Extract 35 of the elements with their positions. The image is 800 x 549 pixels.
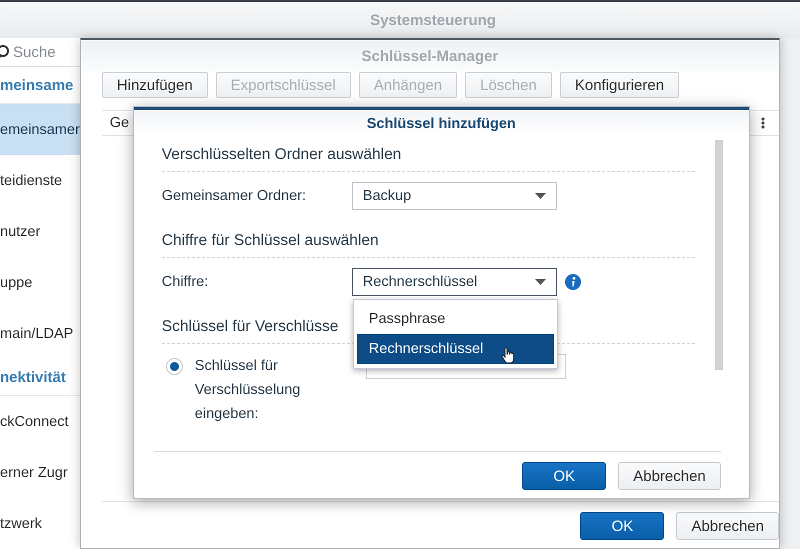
cancel-button[interactable]: Abbrechen: [676, 512, 779, 540]
scrollbar[interactable]: [714, 140, 723, 370]
info-icon[interactable]: [564, 274, 581, 290]
section-heading: Chiffre für Schlüssel auswählen: [162, 226, 695, 258]
search-icon: [0, 45, 9, 59]
sidebar-item[interactable]: teidienste: [0, 155, 80, 206]
window-title: Schlüssel-Manager: [362, 48, 498, 64]
ok-button[interactable]: OK: [522, 462, 606, 490]
field-label: Gemeinsamer Ordner:: [162, 188, 308, 204]
field-label: Chiffre:: [162, 274, 210, 290]
window-title: Systemsteuerung: [370, 12, 496, 28]
ok-button[interactable]: OK: [580, 512, 664, 540]
dialog-title: Schlüssel hinzufügen: [366, 116, 516, 132]
sidebar-item[interactable]: tzwerk: [0, 498, 80, 549]
sidebar-item[interactable]: main/LDAP: [0, 308, 80, 359]
column-header[interactable]: Ge: [110, 115, 130, 131]
sidebar-item[interactable]: erner Zugr: [0, 447, 80, 498]
sidebar-item[interactable]: ckConnect: [0, 396, 80, 447]
dropdown-option[interactable]: Rechnerschlüssel: [356, 334, 554, 364]
caret-icon: [534, 193, 546, 199]
radio-label: Schlüssel für Verschlüsselung eingeben:: [194, 357, 302, 424]
sidebar-item[interactable]: nutzer: [0, 206, 80, 257]
hand-cursor-icon: [500, 347, 515, 364]
column-menu-icon[interactable]: [761, 117, 765, 129]
dropdown-field[interactable]: Backup: [352, 182, 557, 210]
sidebar-item[interactable]: uppe: [0, 257, 80, 308]
toolbar-button[interactable]: Hinzufügen: [102, 72, 208, 98]
toolbar-button[interactable]: Konfigurieren: [560, 72, 680, 98]
radio-button[interactable]: [166, 358, 183, 375]
search-field[interactable]: Suche: [13, 44, 63, 60]
dropdown-option[interactable]: Passphrase: [356, 304, 554, 334]
sidebar-item[interactable]: emeinsamer: [0, 104, 80, 155]
cancel-button[interactable]: Abbrechen: [618, 462, 721, 490]
caret-icon: [534, 279, 546, 285]
section-heading: Verschlüsselten Ordner auswählen: [162, 140, 695, 172]
